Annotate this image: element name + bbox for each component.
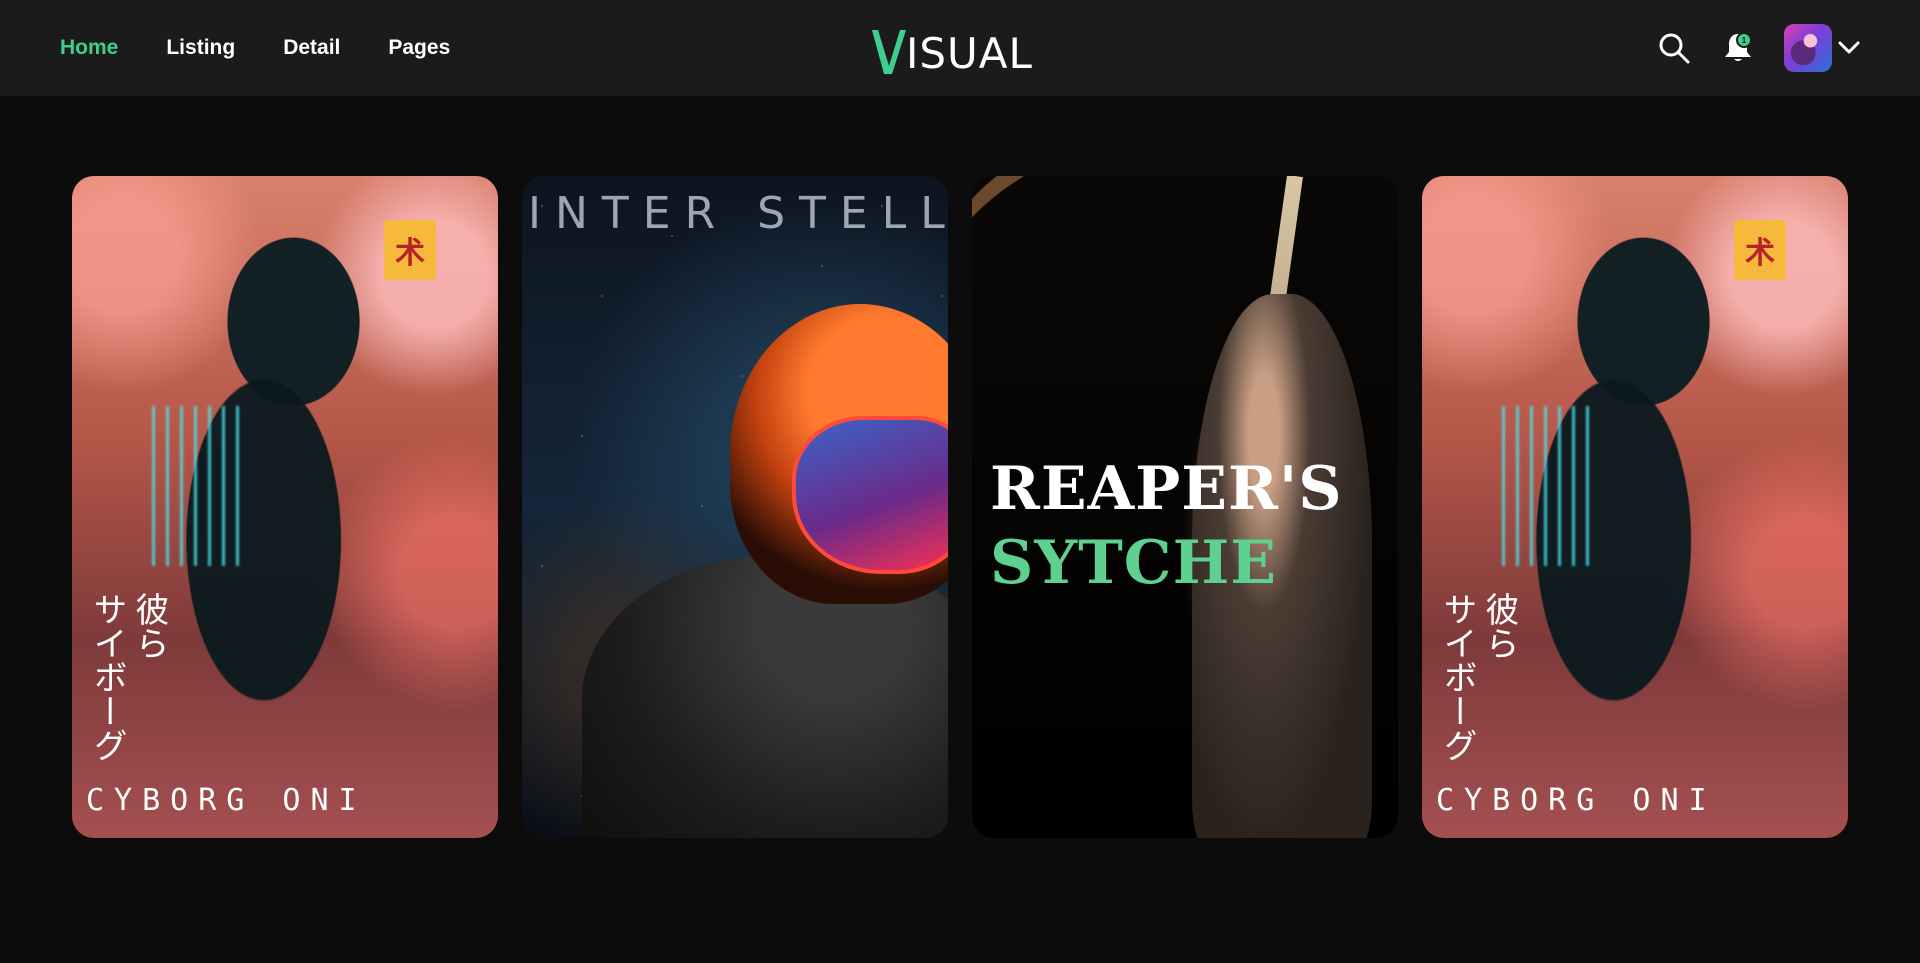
brand-logo[interactable]: ISUAL — [870, 22, 1033, 76]
poster-grid: 术 彼ら サイボーグ CYBORG ONI INTER STELLAR REAP… — [72, 176, 1848, 838]
notifications-button[interactable]: 1 — [1720, 30, 1756, 66]
poster-card-reapers-sytche[interactable]: REAPER'S SYTCHE — [972, 176, 1398, 838]
chevron-down-icon[interactable] — [1838, 41, 1860, 55]
nav-detail[interactable]: Detail — [283, 36, 340, 60]
poster-title: CYBORG ONI — [86, 783, 367, 818]
neon-sign: 术 — [1734, 220, 1786, 280]
neon-glow — [152, 406, 242, 566]
poster-japanese-text-right: 彼ら — [1479, 592, 1519, 660]
nav-listing[interactable]: Listing — [166, 36, 235, 60]
search-button[interactable] — [1656, 30, 1692, 66]
notification-badge: 1 — [1736, 32, 1752, 48]
logo-v-mark — [872, 30, 906, 74]
poster-title: CYBORG ONI — [1436, 783, 1717, 818]
nav-pages[interactable]: Pages — [388, 36, 450, 60]
poster-japanese-text-right: 彼ら — [129, 592, 169, 660]
top-navbar: Home Listing Detail Pages ISUAL 1 — [0, 0, 1920, 96]
logo-text: ISUAL — [906, 29, 1033, 78]
neon-sign: 术 — [384, 220, 436, 280]
poster-card-cyborg-oni-2[interactable]: 术 彼ら サイボーグ CYBORG ONI — [1422, 176, 1848, 838]
poster-title-line2: SYTCHE — [990, 528, 1277, 598]
neon-glow — [1502, 406, 1592, 566]
main-nav: Home Listing Detail Pages — [60, 0, 450, 96]
search-icon — [1659, 33, 1690, 64]
poster-japanese-text-left: サイボーグ — [1437, 592, 1477, 762]
poster-title: INTER STELLAR — [528, 188, 948, 239]
header-actions: 1 — [1656, 0, 1860, 96]
avatar[interactable] — [1784, 24, 1832, 72]
nav-home[interactable]: Home — [60, 36, 118, 60]
user-menu[interactable] — [1784, 24, 1860, 72]
poster-title-line1: REAPER'S — [990, 454, 1343, 524]
poster-card-interstellar[interactable]: INTER STELLAR — [522, 176, 948, 838]
poster-card-cyborg-oni-1[interactable]: 术 彼ら サイボーグ CYBORG ONI — [72, 176, 498, 838]
poster-japanese-text-left: サイボーグ — [87, 592, 127, 762]
